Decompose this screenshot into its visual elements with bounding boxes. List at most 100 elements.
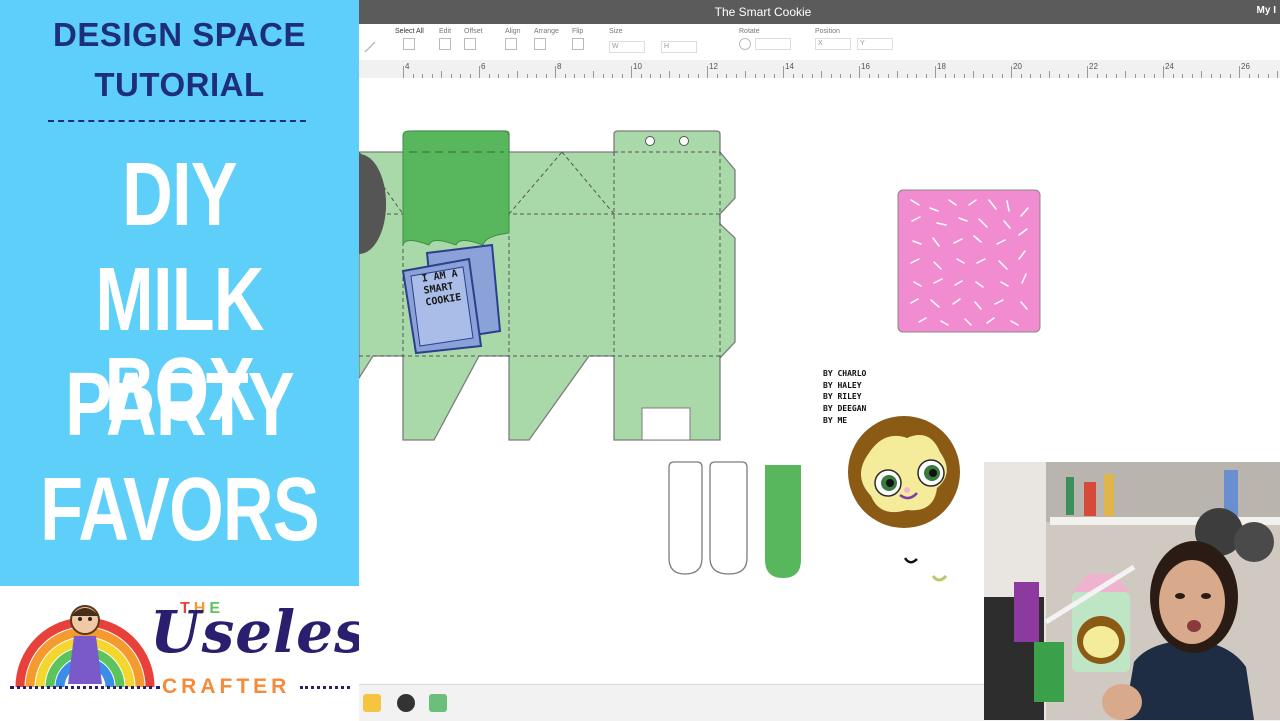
size-label: Size bbox=[609, 28, 623, 35]
ruler-tick bbox=[403, 66, 404, 78]
position-group: Position XY bbox=[815, 28, 899, 50]
ruler-number: 12 bbox=[709, 62, 718, 71]
name-labels[interactable]: BY CHARLO BY HALEY BY RILEY BY DEEGAN BY… bbox=[823, 368, 866, 427]
title-line-favors: FAVORS bbox=[40, 460, 320, 560]
select-all-button[interactable]: Select All bbox=[395, 28, 424, 52]
header-line-2: TUTORIAL bbox=[94, 66, 265, 103]
shapes-icon[interactable] bbox=[397, 694, 415, 712]
ruler-tick bbox=[441, 71, 442, 78]
ruler-tick bbox=[669, 71, 670, 78]
ruler-number: 18 bbox=[937, 62, 946, 71]
logo-crafter: CRAFTER bbox=[162, 675, 291, 698]
edit-label: Edit bbox=[439, 28, 452, 35]
edit-toolbar: Select All Edit Offset Align Arrange Fli… bbox=[359, 24, 1280, 61]
undo-icon[interactable] bbox=[363, 40, 377, 54]
select-all-icon bbox=[403, 38, 415, 50]
ruler-tick bbox=[707, 66, 708, 78]
name-label-4: BY DEEGAN bbox=[823, 404, 867, 414]
select-all-label: Select All bbox=[395, 28, 424, 35]
tutorial-title-panel: DESIGN SPACE TUTORIAL DIY MILK BOX PARTY… bbox=[0, 0, 400, 720]
account-menu[interactable]: My I bbox=[1257, 5, 1276, 16]
width-field[interactable]: W bbox=[609, 41, 645, 53]
ruler-tick bbox=[783, 66, 784, 78]
header-line-1: DESIGN SPACE bbox=[53, 16, 306, 53]
ruler-tick bbox=[593, 71, 594, 78]
offset-icon bbox=[464, 38, 476, 50]
align-label: Align bbox=[505, 28, 521, 35]
app-title-bar: The Smart Cookie My I bbox=[359, 0, 1280, 24]
presenter-video-frame bbox=[984, 462, 1280, 720]
title-line-party: PARTY bbox=[65, 355, 295, 455]
ruler-tick bbox=[517, 71, 518, 78]
name-label-3: BY RILEY bbox=[823, 392, 862, 402]
templates-icon[interactable] bbox=[363, 694, 381, 712]
ruler-number: 8 bbox=[557, 62, 562, 71]
ruler-tick bbox=[1087, 66, 1088, 78]
ruler-tick bbox=[631, 66, 632, 78]
flip-label: Flip bbox=[572, 28, 584, 35]
ruler-number: 16 bbox=[861, 62, 870, 71]
presenter-webcam bbox=[984, 462, 1280, 720]
cookie-face[interactable] bbox=[848, 416, 960, 528]
ruler-tick bbox=[897, 71, 898, 78]
smile-piece-black[interactable] bbox=[903, 557, 918, 564]
ruler-tick bbox=[1011, 66, 1012, 78]
ruler-number: 20 bbox=[1013, 62, 1022, 71]
ruler-number: 10 bbox=[633, 62, 642, 71]
lock-icon[interactable] bbox=[651, 38, 657, 48]
flip-button[interactable]: Flip bbox=[572, 28, 588, 52]
white-strip-2[interactable] bbox=[709, 461, 748, 575]
green-strip[interactable] bbox=[765, 465, 801, 578]
ruler-tick bbox=[1163, 66, 1164, 78]
ruler-tick bbox=[1239, 66, 1240, 78]
name-label-5: BY ME bbox=[823, 415, 848, 425]
ruler-number: 24 bbox=[1165, 62, 1174, 71]
logo-dots-left bbox=[10, 686, 160, 689]
arrange-button[interactable]: Arrange bbox=[534, 28, 559, 52]
rotate-icon bbox=[739, 38, 751, 50]
ruler-number: 6 bbox=[481, 62, 486, 71]
ruler-tick bbox=[821, 71, 822, 78]
edit-icon bbox=[439, 38, 451, 50]
rotate-field[interactable] bbox=[755, 38, 791, 50]
smile-piece-green[interactable] bbox=[931, 574, 948, 582]
upload-icon[interactable] bbox=[429, 694, 447, 712]
ruler-tick bbox=[935, 66, 936, 78]
ruler-tick bbox=[1201, 71, 1202, 78]
ruler-number: 4 bbox=[405, 62, 410, 71]
horizontal-ruler: 4 6 8 10 12 14 16 18 20 22 24 26 bbox=[359, 60, 1280, 79]
white-strip-1[interactable] bbox=[668, 461, 703, 575]
arrange-label: Arrange bbox=[534, 28, 559, 35]
name-label-2: BY HALEY bbox=[823, 380, 862, 390]
edit-button[interactable]: Edit bbox=[439, 28, 455, 52]
offset-button[interactable]: Offset bbox=[464, 28, 483, 52]
ruler-tick bbox=[1125, 71, 1126, 78]
align-icon bbox=[505, 38, 517, 50]
useless-crafter-logo: THE Useless CRAFTER bbox=[0, 586, 400, 720]
ruler-tick bbox=[1277, 71, 1278, 78]
rotate-group: Rotate bbox=[739, 28, 797, 52]
ruler-tick bbox=[555, 66, 556, 78]
ruler-number: 22 bbox=[1089, 62, 1098, 71]
ruler-tick bbox=[859, 66, 860, 78]
arrange-icon bbox=[534, 38, 546, 50]
project-title: The Smart Cookie bbox=[714, 5, 812, 19]
ruler-tick bbox=[1049, 71, 1050, 78]
flip-icon bbox=[572, 38, 584, 50]
position-y-field[interactable]: Y bbox=[857, 38, 893, 50]
book-label: I AM A SMART COOKIE bbox=[421, 268, 462, 309]
green-scalloped-panel[interactable] bbox=[402, 130, 510, 246]
dashed-divider bbox=[48, 120, 306, 122]
logo-dots-right bbox=[300, 686, 350, 689]
name-label-1: BY CHARLO bbox=[823, 369, 867, 378]
ruler-tick bbox=[479, 66, 480, 78]
pink-sprinkle-square[interactable] bbox=[897, 189, 1041, 333]
height-field[interactable]: H bbox=[661, 41, 697, 53]
ruler-tick bbox=[973, 71, 974, 78]
position-label: Position bbox=[815, 28, 840, 35]
rotate-label: Rotate bbox=[739, 28, 760, 35]
position-x-field[interactable]: X bbox=[815, 38, 851, 50]
offset-label: Offset bbox=[464, 28, 483, 35]
align-button[interactable]: Align bbox=[505, 28, 521, 52]
size-group: Size W H bbox=[609, 28, 703, 53]
